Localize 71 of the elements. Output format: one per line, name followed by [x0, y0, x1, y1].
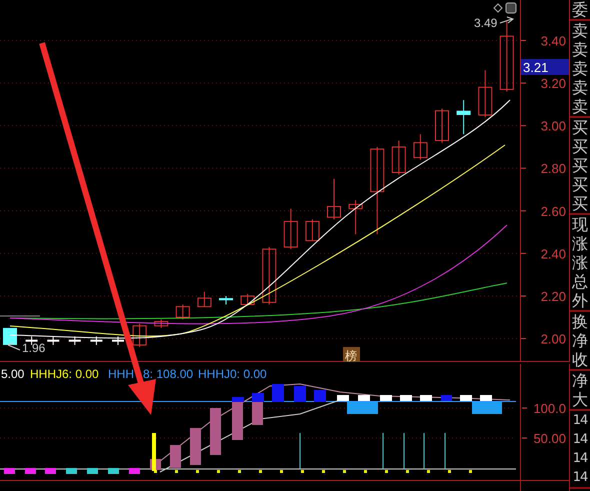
- side-label: 总: [571, 272, 589, 291]
- side-label: 卖: [571, 97, 589, 116]
- side-label: 卖: [571, 59, 589, 78]
- side-label: 涨: [571, 253, 589, 272]
- candlestick: [26, 336, 38, 346]
- axis-label: 50.00: [533, 431, 566, 446]
- badge: 榜: [343, 347, 360, 362]
- side-label: 卖: [571, 40, 589, 59]
- axis-label: 2.20: [540, 289, 566, 304]
- axis-label: 2.80: [540, 161, 566, 176]
- window-icon[interactable]: [506, 2, 516, 14]
- price-tag: 3.21: [521, 59, 569, 75]
- candlestick: [262, 246, 276, 305]
- axis-label: 3.00: [540, 118, 566, 134]
- candlestick: [478, 70, 492, 118]
- legend-value: 8: 108.00: [143, 367, 194, 381]
- candlestick: [176, 304, 190, 320]
- candlestick: [132, 323, 147, 348]
- axis-label: 3.20: [540, 76, 566, 92]
- high-price-label: 3.49: [474, 16, 498, 30]
- side-label: 买: [571, 194, 589, 213]
- legend-value: HHHJ6: 0.00: [30, 367, 99, 381]
- low-price-label: 1.96: [22, 341, 46, 355]
- side-label: 卖: [571, 78, 589, 97]
- axis-label: 3.40: [540, 33, 566, 48]
- side-label: 大: [571, 390, 589, 409]
- side-label: 14: [572, 431, 588, 449]
- axis-label: 100.0: [533, 401, 566, 416]
- candlestick: [112, 336, 124, 346]
- side-label: 外: [571, 291, 589, 310]
- side-label: 买: [571, 175, 589, 194]
- candlestick: [327, 178, 341, 220]
- side-label: 委: [571, 0, 589, 19]
- side-label: 卖: [571, 21, 589, 40]
- side-label: 净: [571, 371, 589, 390]
- axis-label: 2.00: [540, 332, 566, 347]
- candlestick: [3, 328, 17, 345]
- side-label: 买: [571, 137, 589, 156]
- arrow-icon: [8, 342, 20, 350]
- candlestick: [435, 108, 449, 144]
- side-label: 买: [571, 156, 589, 175]
- candlestick: [90, 336, 102, 346]
- side-label: 净: [571, 331, 589, 350]
- candlestick: [456, 100, 471, 135]
- candlestick: [240, 293, 255, 305]
- candlestick: [68, 336, 81, 346]
- candlestick: [197, 291, 212, 308]
- side-label: 14: [572, 469, 588, 487]
- candlestick: [348, 200, 363, 235]
- side-label: 涨: [571, 234, 589, 253]
- candlestick: [47, 336, 60, 346]
- side-label: 买: [571, 118, 589, 137]
- candlestick: [284, 208, 298, 250]
- candlestick: [500, 20, 514, 92]
- candlestick: [392, 140, 406, 176]
- legend-value: HHH: [108, 367, 134, 381]
- side-label: 14: [572, 450, 588, 468]
- candlestick: [305, 218, 320, 242]
- side-label: 换: [571, 312, 589, 331]
- arrow-icon: [500, 16, 514, 24]
- diamond-icon[interactable]: [493, 3, 503, 13]
- candlestick: [219, 296, 233, 305]
- axis-label: 2.40: [540, 246, 566, 262]
- side-label: 收: [571, 350, 589, 369]
- side-label: 现: [571, 215, 589, 234]
- axis-label: 2.60: [540, 204, 566, 219]
- side-label: 14: [572, 412, 588, 430]
- candlestick: [413, 134, 428, 160]
- candlestick: [154, 318, 168, 328]
- legend-value: HHHJ0: 0.00: [198, 367, 267, 381]
- legend-value: 5.00: [1, 367, 24, 381]
